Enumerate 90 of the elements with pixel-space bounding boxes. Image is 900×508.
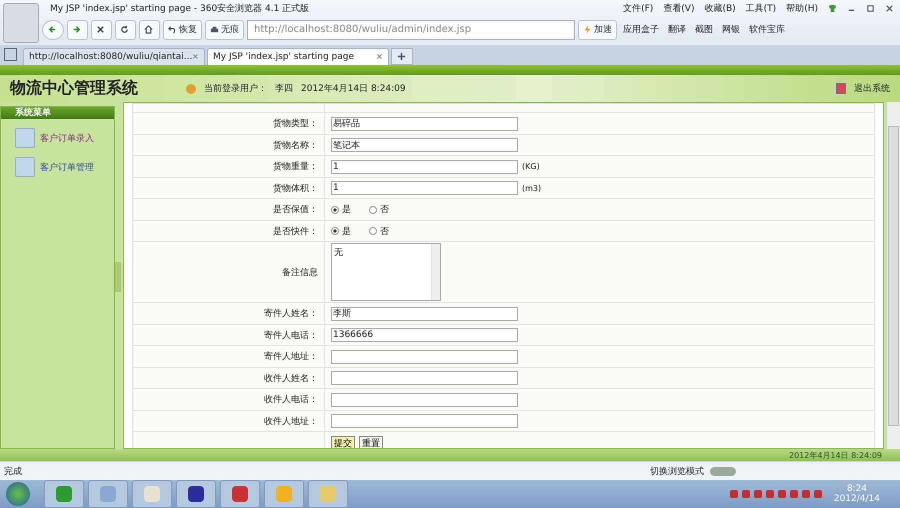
close-tab-icon[interactable] xyxy=(192,53,199,60)
textarea-field[interactable]: 无 xyxy=(331,243,441,302)
input-field[interactable]: 易碎品 xyxy=(331,116,518,131)
status-text: 完成 xyxy=(4,466,22,478)
forward-button[interactable] xyxy=(67,20,88,40)
form-button[interactable]: 提交 xyxy=(331,436,355,448)
unit-label: (KG) xyxy=(522,162,540,172)
splitter-handle[interactable] xyxy=(115,262,121,292)
input-field[interactable]: 1366666 xyxy=(331,328,518,342)
logout-link[interactable]: 退出系统 xyxy=(854,82,890,95)
input-field[interactable] xyxy=(331,371,518,386)
radio-button[interactable] xyxy=(369,227,377,236)
field-label: 寄件人姓名： xyxy=(264,308,318,320)
input-field[interactable] xyxy=(331,414,518,428)
radio-label: 否 xyxy=(380,226,389,238)
maximize-icon[interactable] xyxy=(866,4,875,12)
menu-item[interactable]: 帮助(H) xyxy=(786,2,818,14)
scrollbar[interactable] xyxy=(886,102,900,450)
toolbar-link[interactable]: 截图 xyxy=(692,23,716,36)
close-icon[interactable] xyxy=(885,4,894,12)
field-label: 货物体积： xyxy=(273,182,318,195)
toolbar-link[interactable]: 网银 xyxy=(719,23,743,36)
home-icon xyxy=(144,24,153,34)
refresh-button[interactable] xyxy=(115,20,136,40)
app-title: 物流中心管理系统 xyxy=(10,78,138,99)
restore-button[interactable]: 恢复 xyxy=(163,20,202,40)
home-button[interactable] xyxy=(139,20,160,40)
clock-date: 2012/4/14 xyxy=(834,494,880,504)
speedup-button[interactable]: 加速 xyxy=(578,20,617,40)
toggle-icon[interactable] xyxy=(710,466,736,476)
radio-label: 是 xyxy=(342,226,351,238)
stop-button[interactable] xyxy=(91,20,112,40)
user-label: 当前登录用户： xyxy=(204,82,267,95)
mode-switch-link[interactable]: 切换浏览模式 xyxy=(650,464,704,478)
window-title: My JSP 'index.jsp' starting page - 360安全浏览器 4.1 正式版 xyxy=(49,2,310,14)
footer-datetime: 2012年4月14日 8:24:09 xyxy=(788,450,882,461)
shirt-icon[interactable] xyxy=(828,4,837,12)
field-label: 是否快件： xyxy=(273,226,318,238)
sidebar-header: 系统菜单 xyxy=(1,107,114,120)
browser-tab[interactable]: My JSP 'index.jsp' starting page xyxy=(207,48,389,65)
refresh-icon xyxy=(120,24,129,34)
address-field[interactable]: http://localhost:8080/wuliu/admin/index.jsp xyxy=(247,20,575,40)
field-label: 寄件人地址： xyxy=(264,350,318,364)
undo-arrow-icon xyxy=(168,25,177,34)
toolbar-link[interactable]: 应用盒子 xyxy=(620,23,662,36)
radio-label: 否 xyxy=(380,204,389,216)
menu-item[interactable]: 收藏(B) xyxy=(704,2,736,14)
plus-icon xyxy=(396,52,406,61)
back-button[interactable] xyxy=(42,20,64,40)
radio-button[interactable] xyxy=(331,206,339,214)
field-label: 是否保值： xyxy=(273,204,318,216)
sidebar-link[interactable]: 客户订单管理 xyxy=(40,160,94,174)
radio-button[interactable] xyxy=(369,206,377,214)
login-time: 2012年4月14日 8:24:09 xyxy=(301,82,406,95)
radio-button[interactable] xyxy=(331,227,339,236)
input-field[interactable]: 李斯 xyxy=(331,306,518,321)
menu-item[interactable]: 文件(F) xyxy=(623,2,654,14)
field-label: 货物类型： xyxy=(273,118,318,130)
clock-time: 8:24 xyxy=(846,484,868,494)
radio-label: 是 xyxy=(342,204,351,216)
close-tab-icon[interactable] xyxy=(376,53,383,60)
input-field[interactable]: 1 xyxy=(331,160,518,174)
input-field[interactable]: 笔记本 xyxy=(331,138,518,152)
browser-tab[interactable]: http://localhost:8080/wuliu/qiantai... xyxy=(23,48,205,65)
back-arrow-icon xyxy=(48,24,56,34)
input-field[interactable] xyxy=(331,392,518,407)
input-field[interactable] xyxy=(331,350,518,364)
input-field[interactable]: 1 xyxy=(331,181,518,196)
sidebar-icon[interactable] xyxy=(4,48,17,61)
forward-arrow-icon xyxy=(72,24,81,34)
field-label: 货物重量： xyxy=(273,160,318,174)
menu-item[interactable]: 工具(T) xyxy=(746,2,776,14)
field-label: 收件人电话： xyxy=(264,394,318,406)
form-button[interactable]: 重置 xyxy=(359,436,383,448)
lightning-icon xyxy=(583,25,592,34)
menu-item[interactable]: 查看(V) xyxy=(663,2,694,14)
field-label: 收件人地址： xyxy=(264,416,318,428)
toolbar-link[interactable]: 软件宝库 xyxy=(746,23,788,36)
field-label: 收件人姓名： xyxy=(264,372,318,385)
field-label: 备注信息 xyxy=(282,266,318,279)
new-tab-button[interactable] xyxy=(391,48,413,65)
toolbar-link[interactable]: 翻译 xyxy=(665,23,689,36)
start-button[interactable] xyxy=(6,482,30,506)
field-label: 寄件人电话： xyxy=(264,330,318,342)
sidebar-link[interactable]: 客户订单录入 xyxy=(40,132,94,145)
incognito-button[interactable]: 无痕 xyxy=(205,20,244,40)
unit-label: (m3) xyxy=(522,184,542,193)
user-name: 李四 xyxy=(275,82,293,95)
close-icon xyxy=(96,24,105,34)
field-label: 货物名称： xyxy=(273,140,318,152)
